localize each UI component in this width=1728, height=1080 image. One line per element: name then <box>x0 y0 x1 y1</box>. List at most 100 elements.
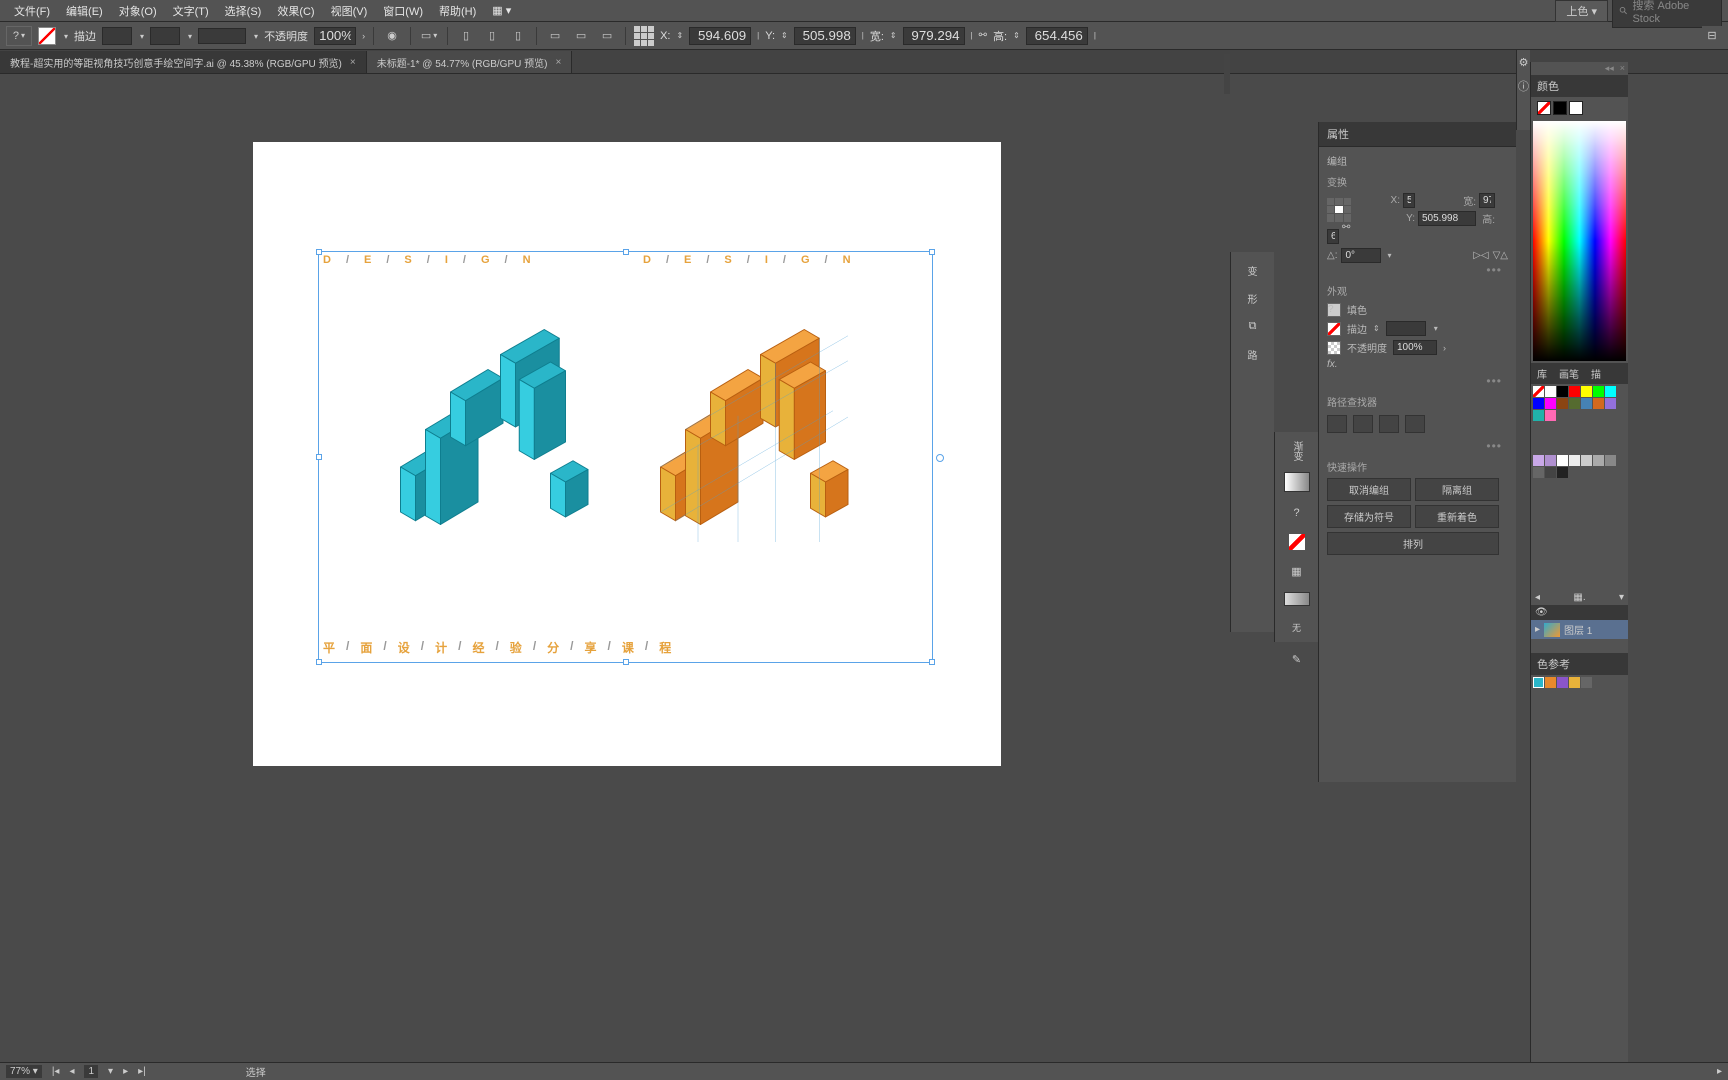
stroke-weight-input[interactable] <box>102 27 132 45</box>
fill-color-swatch[interactable]: ? <box>1327 303 1341 317</box>
gradient-type-icon[interactable]: ▦ <box>1284 560 1310 582</box>
flip-v-icon[interactable]: ▽△ <box>1493 250 1508 261</box>
transform-panel-icon[interactable] <box>634 26 654 46</box>
y-input[interactable] <box>794 27 856 45</box>
gradient-help-icon[interactable]: ? <box>1284 502 1310 524</box>
recolor-icon[interactable]: ◉ <box>382 26 402 46</box>
opacity-arrow[interactable]: › <box>1443 343 1446 353</box>
layer-prev-icon[interactable]: ◂ <box>1535 592 1540 603</box>
pathfinder-unite-icon[interactable] <box>1327 415 1347 433</box>
artboard-number[interactable]: 1 <box>84 1065 98 1078</box>
pathfinder-minus-icon[interactable] <box>1353 415 1373 433</box>
layer-row[interactable]: ▸ 图层 1 <box>1531 620 1628 639</box>
canvas-area[interactable]: D/E/S/I/G/N D/E/S/I/G/N <box>0 74 1230 1062</box>
stroke-profile-input[interactable] <box>150 27 180 45</box>
stroke-weight-prop-input[interactable] <box>1386 321 1426 336</box>
path-tab-icon[interactable]: 路 <box>1241 342 1265 366</box>
layer-panel-icon[interactable]: ▦. <box>1573 592 1585 603</box>
artboard-nav-first-icon[interactable]: |◂ <box>52 1066 60 1077</box>
align-bottom-icon[interactable]: ▭ <box>597 26 617 46</box>
flip-h-icon[interactable]: ▷◁ <box>1473 250 1488 261</box>
stroke-tab[interactable]: 描 <box>1585 363 1607 384</box>
tab-1-close-icon[interactable]: × <box>350 57 356 68</box>
stroke-color-swatch[interactable] <box>1327 322 1341 336</box>
artboard[interactable]: D/E/S/I/G/N D/E/S/I/G/N <box>253 142 1001 766</box>
settings-gear-icon[interactable]: ⚙ <box>1517 50 1530 74</box>
selection-type-dropdown[interactable]: ? <box>6 26 32 46</box>
link-wh-icon[interactable]: ⚯ <box>979 30 987 41</box>
layer-next-icon[interactable]: ▾ <box>1619 592 1624 603</box>
selection-handle[interactable] <box>316 659 322 665</box>
fx-label[interactable]: fx. <box>1327 359 1508 370</box>
gradient-swatch[interactable] <box>1284 472 1310 492</box>
info-icon[interactable]: ⓘ <box>1517 74 1530 98</box>
layer-expand-icon[interactable]: ▸ <box>1535 624 1540 635</box>
align-right-icon[interactable]: ▯ <box>508 26 528 46</box>
color-collapse-icon[interactable]: ◂◂ <box>1605 63 1614 74</box>
menu-effect[interactable]: 效果(C) <box>269 0 322 22</box>
angle-input[interactable] <box>1341 248 1381 263</box>
fill-dropdown[interactable] <box>62 30 68 42</box>
artboard-nav-last-icon[interactable]: ▸| <box>138 1066 146 1077</box>
gradient-strip[interactable] <box>1284 592 1310 606</box>
y-stepper-icon[interactable]: ⇕ <box>781 31 788 40</box>
x-input[interactable] <box>689 27 751 45</box>
document-tab-1[interactable]: 教程-超实用的等距视角技巧创意手绘空间字.ai @ 45.38% (RGB/GP… <box>0 51 367 73</box>
stroke-weight-dropdown[interactable] <box>138 30 144 42</box>
align-middle-icon[interactable]: ▭ <box>571 26 591 46</box>
eyedropper-icon[interactable]: ✎ <box>1284 648 1310 670</box>
gradient-none-swatch[interactable] <box>1289 534 1305 550</box>
menu-type[interactable]: 文字(T) <box>165 0 217 22</box>
copy-icon[interactable]: ⧉ <box>1241 314 1265 338</box>
artboard-nav-prev-icon[interactable]: ◂ <box>69 1066 74 1077</box>
tab-2-close-icon[interactable]: × <box>555 57 561 68</box>
angle-dropdown[interactable] <box>1385 250 1391 261</box>
h-input[interactable] <box>1026 27 1088 45</box>
menu-select[interactable]: 选择(S) <box>217 0 270 22</box>
fill-swatch[interactable] <box>38 27 56 45</box>
selection-handle[interactable] <box>623 659 629 665</box>
isolate-group-button[interactable]: 隔离组 <box>1415 478 1499 501</box>
gradient-panel-label[interactable]: 渐变 <box>1284 440 1310 462</box>
color-guide-row[interactable] <box>1531 675 1628 690</box>
brush-dropdown[interactable] <box>252 30 258 42</box>
color-close-icon[interactable]: × <box>1620 63 1625 74</box>
style-dropdown[interactable]: ▭ <box>419 26 439 46</box>
opacity-swatch-icon[interactable] <box>1327 341 1341 355</box>
selection-handle[interactable] <box>623 249 629 255</box>
menu-help[interactable]: 帮助(H) <box>431 0 484 22</box>
ungroup-button[interactable]: 取消编组 <box>1327 478 1411 501</box>
menu-edit[interactable]: 编辑(E) <box>58 0 111 22</box>
w-stepper-icon[interactable]: ⇕ <box>890 31 897 40</box>
black-swatch[interactable] <box>1553 101 1567 115</box>
prop-y-input[interactable] <box>1418 211 1476 226</box>
align-top-icon[interactable]: ▭ <box>545 26 565 46</box>
selection-handle[interactable] <box>929 659 935 665</box>
w-input[interactable] <box>903 27 965 45</box>
layer-name[interactable]: 图层 1 <box>1564 622 1592 637</box>
recolor-button-prop[interactable]: 重新着色 <box>1415 505 1499 528</box>
arrange-docs-icon[interactable]: ▦ ▾ <box>484 1 519 20</box>
recolor-button[interactable]: 上色 ▾ <box>1555 0 1608 22</box>
link-dimensions-icon[interactable]: ⚯ <box>1342 222 1400 233</box>
stroke-profile-dropdown[interactable] <box>186 30 192 42</box>
brush-tab[interactable]: 画笔 <box>1553 363 1585 384</box>
transform-more-icon[interactable]: ••• <box>1327 263 1508 277</box>
swatch-lib-tab[interactable]: 库 <box>1531 363 1553 384</box>
stroke-weight-prop-dropdown[interactable] <box>1432 323 1438 334</box>
opacity-arrow-icon[interactable]: › <box>362 31 365 41</box>
artboard-dropdown-icon[interactable]: ▾ <box>108 1066 113 1077</box>
gray-swatch-row[interactable] <box>1531 453 1628 480</box>
pathfinder-intersect-icon[interactable] <box>1379 415 1399 433</box>
white-swatch[interactable] <box>1569 101 1583 115</box>
status-play-icon[interactable]: ▸ <box>1717 1066 1722 1077</box>
menu-object[interactable]: 对象(O) <box>111 0 165 22</box>
swatch-grid[interactable] <box>1531 384 1628 423</box>
align-left-icon[interactable]: ▯ <box>456 26 476 46</box>
selection-bounding-box[interactable] <box>318 251 933 663</box>
prop-x-input[interactable] <box>1403 193 1415 208</box>
prop-h-input[interactable] <box>1327 229 1339 244</box>
selection-handle[interactable] <box>316 249 322 255</box>
document-tab-2[interactable]: 未标题-1* @ 54.77% (RGB/GPU 预览) × <box>367 51 573 73</box>
h-stepper-icon[interactable]: ⇕ <box>1013 31 1020 40</box>
